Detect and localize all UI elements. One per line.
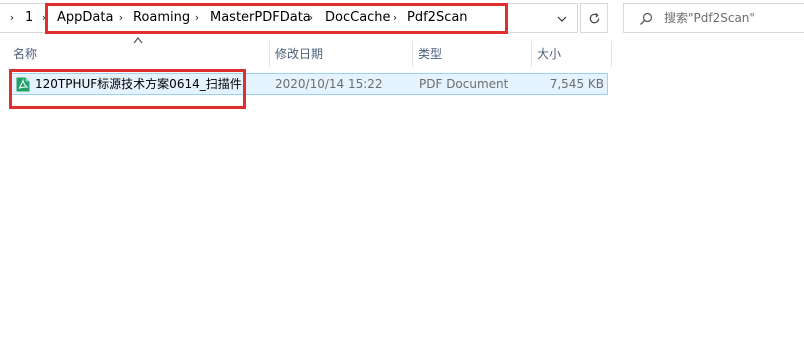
breadcrumb-appdata[interactable]: AppData [57,4,113,32]
file-name[interactable]: 120TPHUF标源技术方案0614_扫描件 [35,74,242,94]
refresh-icon [589,12,599,23]
search-input[interactable] [664,4,799,32]
breadcrumb-masterpdfdata[interactable]: MasterPDFData [210,4,311,32]
column-header-type[interactable]: 类型 [412,41,532,67]
breadcrumb-root[interactable]: 1 [25,4,33,32]
breadcrumb-roaming[interactable]: Roaming [133,4,190,32]
address-history-dropdown[interactable] [548,4,576,32]
chevron-down-icon [557,16,567,22]
file-row[interactable]: 120TPHUF标源技术方案0614_扫描件 2020/10/14 15:22 … [10,73,608,95]
column-header-name[interactable]: 名称 [7,41,270,67]
file-modified: 2020/10/14 15:22 [275,77,383,91]
chevron-right-icon[interactable]: › [191,4,203,32]
file-type: PDF Document [419,77,509,91]
breadcrumb-pdf2scan[interactable]: Pdf2Scan [407,4,468,32]
chevron-right-icon[interactable]: › [6,4,18,32]
chevron-right-icon[interactable]: › [115,4,127,32]
breadcrumb-doccache[interactable]: DocCache [325,4,391,32]
chevron-right-icon[interactable]: › [38,4,50,32]
search-icon [640,12,653,25]
chevron-right-icon[interactable]: › [389,4,401,32]
refresh-button[interactable] [580,3,608,33]
chevron-right-icon[interactable]: › [305,4,317,32]
file-explorer: › 1 › AppData › Roaming › MasterPDFData … [0,0,804,339]
address-bar[interactable]: › 1 › AppData › Roaming › MasterPDFData … [0,3,578,33]
column-header-size[interactable]: 大小 [531,41,611,67]
file-size: 7,545 KB [549,77,604,91]
pdf-file-icon [16,77,30,92]
column-divider[interactable] [611,41,612,67]
search-box[interactable] [623,3,804,33]
column-header-modified[interactable]: 修改日期 [269,41,413,67]
